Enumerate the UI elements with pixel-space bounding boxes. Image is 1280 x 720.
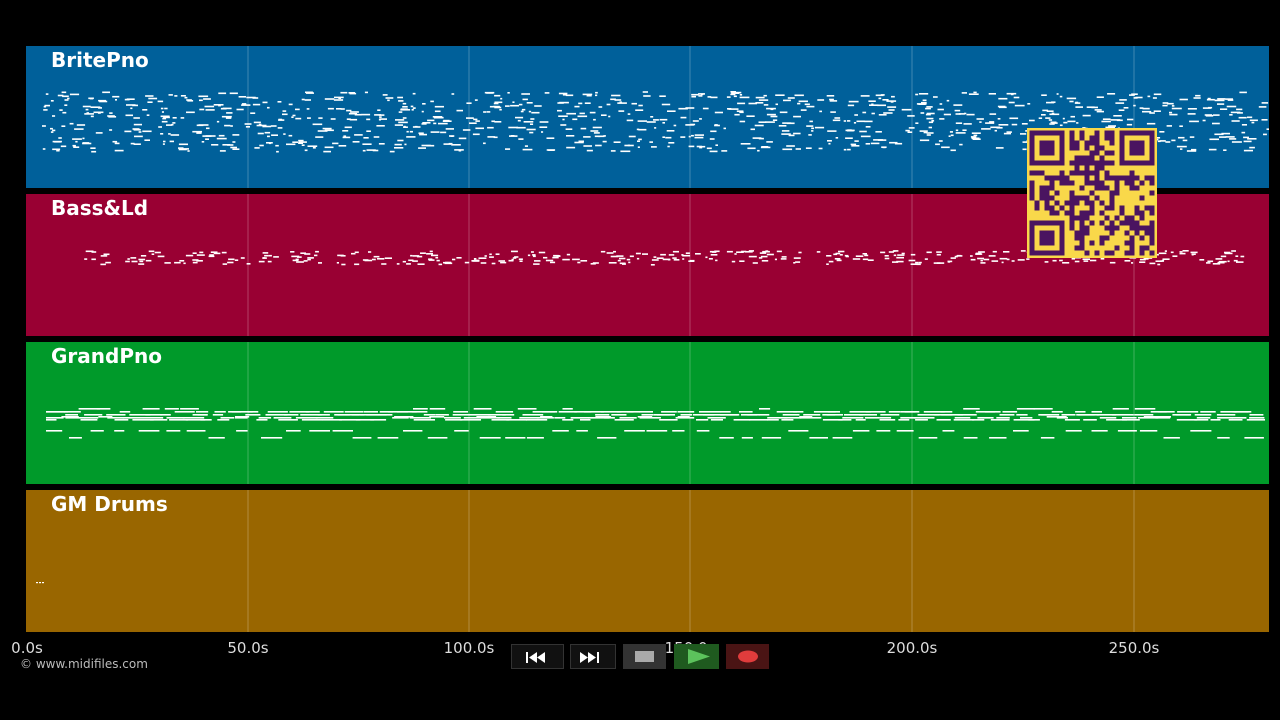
stop-button[interactable] — [623, 644, 666, 669]
fast-forward-button[interactable] — [570, 644, 616, 669]
play-button[interactable] — [674, 644, 719, 669]
stop-icon — [635, 651, 654, 662]
track-grandpno: GrandPno — [26, 342, 1269, 484]
qr-code-icon — [1029, 130, 1155, 256]
track-gm-drums: GM Drums — [26, 490, 1269, 632]
tick-label-200: 200.0s — [886, 639, 938, 657]
track-notes-grandpno — [46, 342, 1265, 484]
rewind-icon — [526, 652, 545, 663]
tick-label-50: 50.0s — [227, 639, 269, 657]
tick-label-100: 100.0s — [443, 639, 495, 657]
qr-code[interactable] — [1027, 128, 1157, 258]
record-button[interactable] — [726, 644, 769, 669]
track-notes-gm-drums — [36, 490, 1135, 632]
fast-forward-icon — [580, 652, 599, 663]
rewind-button[interactable] — [511, 644, 564, 669]
tick-label-0: 0.0s — [11, 639, 43, 657]
copyright-text: © www.midifiles.com — [20, 657, 148, 671]
play-icon — [688, 649, 710, 664]
track-label: Bass&Ld — [51, 196, 149, 220]
track-label: BritePno — [51, 48, 149, 72]
record-icon — [738, 650, 758, 663]
track-label: GrandPno — [51, 344, 162, 368]
tick-label-250: 250.0s — [1108, 639, 1160, 657]
track-label: GM Drums — [51, 492, 168, 516]
transport-bar — [511, 644, 769, 669]
